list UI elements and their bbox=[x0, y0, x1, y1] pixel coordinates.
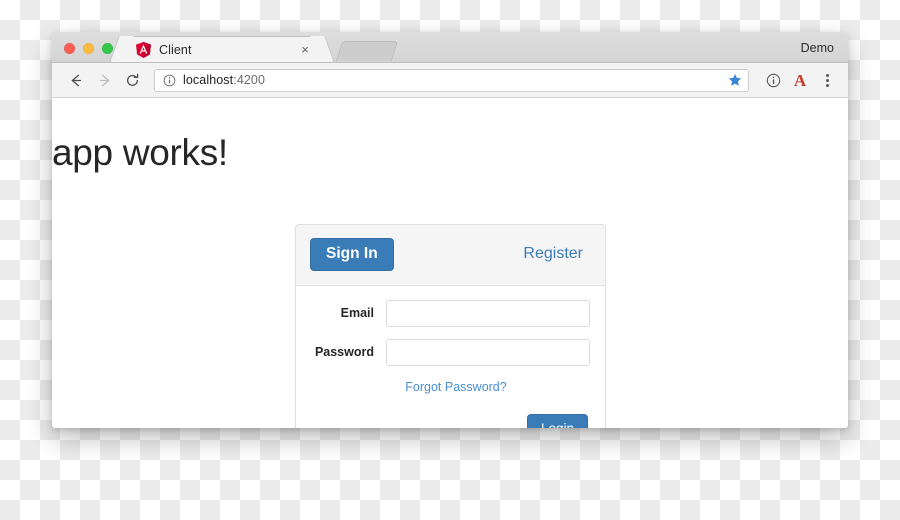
login-panel-header: Sign In Register bbox=[296, 225, 605, 286]
reload-icon bbox=[126, 73, 138, 86]
password-field[interactable] bbox=[386, 338, 590, 366]
browser-toolbar: localhost:4200 A bbox=[52, 63, 848, 98]
kebab-dots bbox=[825, 73, 829, 87]
minimize-window-button[interactable] bbox=[83, 43, 94, 54]
close-window-button[interactable] bbox=[64, 43, 75, 54]
password-label: Password bbox=[314, 344, 374, 359]
forgot-password-row: Forgot Password? bbox=[322, 378, 590, 396]
tab-strip: Client × Demo bbox=[52, 32, 848, 63]
profile-label[interactable]: Demo bbox=[801, 41, 848, 62]
tab-title: Client bbox=[159, 42, 192, 57]
email-field[interactable] bbox=[386, 299, 590, 327]
reload-button[interactable] bbox=[120, 68, 144, 92]
forward-arrow-icon bbox=[99, 74, 109, 86]
url-text: localhost:4200 bbox=[183, 73, 724, 87]
login-panel: Sign In Register Email Password Forgot P… bbox=[295, 224, 606, 428]
tab-register[interactable]: Register bbox=[523, 246, 583, 262]
back-button[interactable] bbox=[64, 68, 88, 92]
url-path: :4200 bbox=[233, 73, 266, 87]
adblock-a-glyph: A bbox=[793, 70, 807, 90]
browser-window: Client × Demo localhost:4200 A app works… bbox=[52, 32, 848, 428]
browser-tab-client[interactable]: Client × bbox=[123, 36, 321, 62]
submit-row: Login bbox=[308, 413, 590, 428]
adblock-a-icon[interactable]: A bbox=[789, 69, 811, 91]
close-tab-button[interactable]: × bbox=[298, 43, 312, 57]
screenshot-canvas: Client × Demo localhost:4200 A app works… bbox=[0, 0, 900, 520]
bookmark-star-icon[interactable] bbox=[728, 73, 742, 87]
browser-tab-secondary[interactable] bbox=[335, 41, 399, 61]
form-row-email: Email bbox=[308, 299, 590, 327]
form-row-password: Password bbox=[308, 338, 590, 366]
extension-info-icon[interactable] bbox=[762, 69, 784, 91]
maximize-window-button[interactable] bbox=[102, 43, 113, 54]
url-host: localhost bbox=[183, 73, 234, 87]
login-form: Email Password Forgot Password? Login bbox=[296, 286, 605, 428]
login-button[interactable]: Login bbox=[526, 413, 588, 428]
kebab-menu-icon[interactable] bbox=[816, 69, 838, 91]
site-info-icon[interactable] bbox=[163, 74, 176, 87]
tab-sign-in[interactable]: Sign In bbox=[310, 238, 394, 271]
back-arrow-icon bbox=[71, 74, 81, 86]
forward-button[interactable] bbox=[92, 68, 116, 92]
email-label: Email bbox=[340, 305, 374, 320]
angular-logo-icon bbox=[136, 41, 151, 58]
page-title: app works! bbox=[52, 132, 228, 173]
page-viewport: app works! Sign In Register Email Passwo… bbox=[52, 98, 848, 428]
address-bar[interactable]: localhost:4200 bbox=[154, 68, 749, 92]
forgot-password-link[interactable]: Forgot Password? bbox=[405, 380, 506, 394]
